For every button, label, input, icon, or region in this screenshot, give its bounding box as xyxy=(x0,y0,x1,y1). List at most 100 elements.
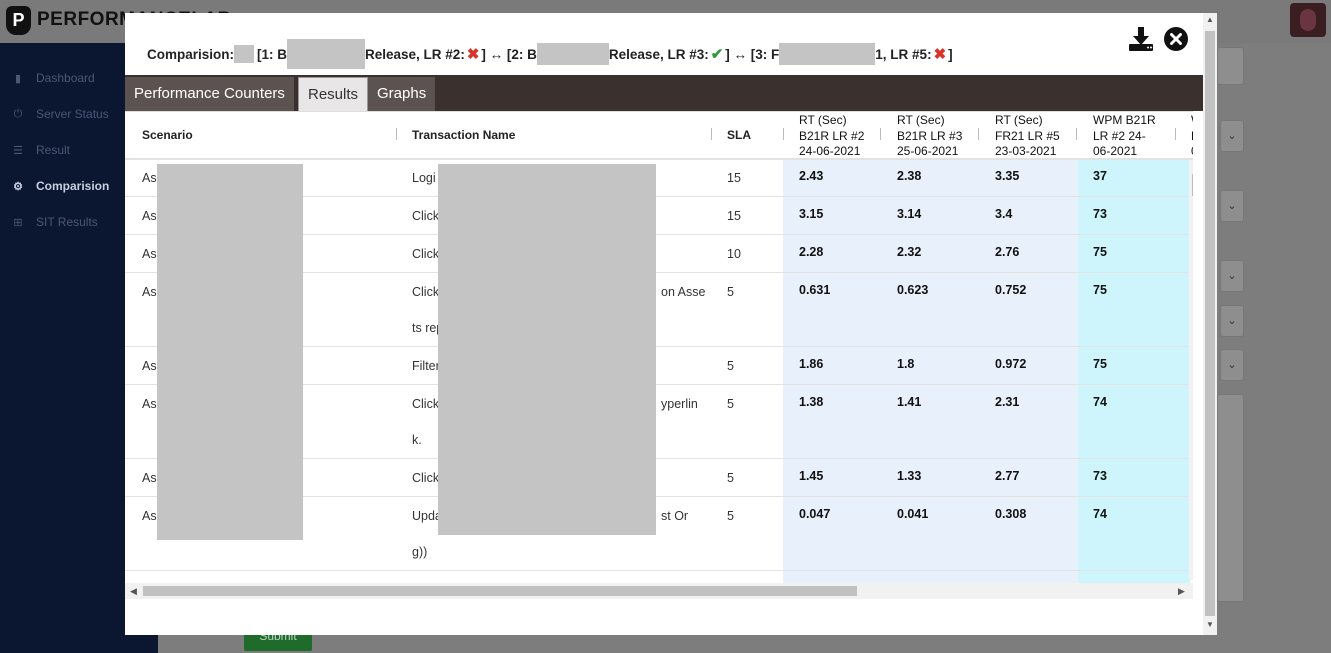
tab-performance-counters[interactable]: Performance Counters xyxy=(125,77,294,111)
title-run-6: 1, LR #5: xyxy=(875,46,932,62)
title-run-7: ] xyxy=(948,46,953,62)
column-divider xyxy=(396,128,397,140)
cell-sla: 5 xyxy=(727,397,734,411)
cell-transaction-name: Click xyxy=(412,209,440,223)
header-scenario[interactable]: Scenario xyxy=(142,128,193,142)
sidebar-item-comparision[interactable]: ⚙ Comparision xyxy=(12,176,109,196)
title-run-5: ] ↔ [3: F xyxy=(725,46,780,62)
scroll-down-arrow[interactable]: ▼ xyxy=(1203,620,1217,629)
header-line: 06 xyxy=(1191,144,1193,160)
modal-header: Comparision: [1: B Release, LR #2: ✖ ] ↔… xyxy=(125,13,1203,75)
modal-scrollbar-vertical[interactable]: ▲ ▼ xyxy=(1203,13,1217,635)
header-line: LR #2 24- xyxy=(1093,128,1146,143)
scroll-left-arrow[interactable]: ◀ xyxy=(130,583,137,599)
cell-wpm: 37 xyxy=(1093,169,1107,183)
check-icon: ✔ xyxy=(710,46,724,63)
cell-sla: 10 xyxy=(727,247,741,261)
header-line: 06-2021 xyxy=(1093,144,1138,158)
scrollbar-thumb[interactable] xyxy=(1192,174,1193,196)
cell-rt-1: 0.631 xyxy=(799,283,831,297)
cell-rt-1: 1.86 xyxy=(799,357,824,371)
title-run-2: Release, LR #2: xyxy=(365,46,465,62)
background-field xyxy=(1217,47,1244,85)
cell-transaction-name: Click xyxy=(412,397,440,411)
cell-rt-1: 3.15 xyxy=(799,207,824,221)
sidebar-item-label: Comparision xyxy=(36,179,110,193)
background-select: ⌄ xyxy=(1220,305,1244,337)
cogs-icon: ⚙ xyxy=(13,180,23,193)
header-wpm-1[interactable]: WPM B21R LR #2 24- 06-2021 xyxy=(1093,113,1156,160)
table-scrollbar-vertical[interactable] xyxy=(1189,160,1193,580)
sidebar-item-label: Dashboard xyxy=(36,71,95,85)
cell-rt-2: 0.623 xyxy=(897,283,929,297)
cell-rt-3: 3.35 xyxy=(995,169,1020,183)
table-header: Scenario Transaction Name SLA RT (Sec) B… xyxy=(125,112,1193,160)
tab-results[interactable]: Results xyxy=(298,77,369,112)
title-prefix: Comparision: xyxy=(147,46,235,62)
sidebar-item-sit-results[interactable]: ⊞ SIT Results xyxy=(12,212,97,232)
comparision-modal: Comparision: [1: B Release, LR #2: ✖ ] ↔… xyxy=(125,13,1203,635)
cell-transaction-name: Filter xyxy=(412,359,440,373)
column-divider xyxy=(783,128,784,140)
cell-rt-3: 3.3 xyxy=(995,570,1012,584)
header-line: LI xyxy=(1191,129,1193,145)
cell-transaction-name-line2: k. xyxy=(412,433,422,447)
header-line: WPM B21R xyxy=(1093,113,1156,127)
list-icon: ☰ xyxy=(13,144,23,157)
header-line: W xyxy=(1191,113,1193,129)
header-wpm-2[interactable]: W LI 06 xyxy=(1191,113,1193,160)
scrollbar-thumb[interactable] xyxy=(1205,31,1215,616)
cell-rt-3: 0.972 xyxy=(995,357,1027,371)
cell-transaction-name: Click xyxy=(412,471,440,485)
cell-transaction-name-tail: yperlin xyxy=(661,397,698,411)
header-line: RT (Sec) xyxy=(897,113,945,127)
cell-rt-1: 2.28 xyxy=(799,245,824,259)
header-line: B21R LR #2 xyxy=(799,128,865,143)
close-icon[interactable] xyxy=(1163,26,1189,52)
cell-rt-2: 3.14 xyxy=(897,207,922,221)
sidebar-item-dashboard[interactable]: ▮ Dashboard xyxy=(12,68,95,88)
sidebar-item-result[interactable]: ☰ Result xyxy=(12,140,70,160)
header-rt-2[interactable]: RT (Sec) B21R LR #3 25-06-2021 xyxy=(897,113,962,160)
table-row: AssClick52.852.893.375 xyxy=(125,570,1193,584)
cell-rt-1: 2.43 xyxy=(799,169,824,183)
redacted-block xyxy=(536,43,609,65)
cell-wpm: 74 xyxy=(1093,395,1107,409)
cell-transaction-name-line2: g)) xyxy=(412,545,428,559)
header-transaction-name[interactable]: Transaction Name xyxy=(412,128,515,142)
table-scrollbar-horizontal[interactable]: ◀ ▶ xyxy=(125,583,1193,599)
cell-rt-1: 1.38 xyxy=(799,395,824,409)
cell-wpm: 73 xyxy=(1093,207,1107,221)
download-icon[interactable] xyxy=(1128,26,1154,52)
cell-sla: 15 xyxy=(727,209,741,223)
header-rt-3[interactable]: RT (Sec) FR21 LR #5 23-03-2021 xyxy=(995,113,1060,160)
scrollbar-thumb[interactable] xyxy=(143,586,857,596)
scroll-right-arrow[interactable]: ▶ xyxy=(1178,583,1185,599)
results-table: Scenario Transaction Name SLA RT (Sec) B… xyxy=(125,111,1193,584)
tab-graphs[interactable]: Graphs xyxy=(368,77,436,111)
avatar[interactable] xyxy=(1290,3,1326,37)
column-divider xyxy=(978,128,979,140)
scroll-up-arrow[interactable]: ▲ xyxy=(1203,15,1217,24)
cross-icon: ✖ xyxy=(466,46,480,63)
cell-rt-2: 0.041 xyxy=(897,507,929,521)
cell-transaction-name: Logi xyxy=(412,171,436,185)
title-run-3: ] ↔ [2: B xyxy=(481,46,537,62)
title-run-1: [1: B xyxy=(257,46,288,62)
cell-rt-2: 2.32 xyxy=(897,245,922,259)
sidebar-item-server-status[interactable]: ⏻ Server Status xyxy=(12,104,109,124)
redacted-block xyxy=(438,164,656,535)
header-line: FR21 LR #5 xyxy=(995,128,1060,143)
cell-wpm: 73 xyxy=(1093,469,1107,483)
column-divider xyxy=(711,128,712,140)
cell-rt-2: 1.41 xyxy=(897,395,922,409)
tab-bar: Performance Counters Results Graphs xyxy=(125,75,1203,112)
column-divider xyxy=(880,128,881,140)
sidebar-item-label: Server Status xyxy=(36,107,109,121)
cell-sla: 5 xyxy=(727,471,734,485)
cell-sla: 5 xyxy=(727,359,734,373)
header-line: RT (Sec) xyxy=(799,113,847,127)
cell-rt-2: 1.33 xyxy=(897,469,922,483)
header-rt-1[interactable]: RT (Sec) B21R LR #2 24-06-2021 xyxy=(799,113,864,160)
header-sla[interactable]: SLA xyxy=(727,128,751,142)
